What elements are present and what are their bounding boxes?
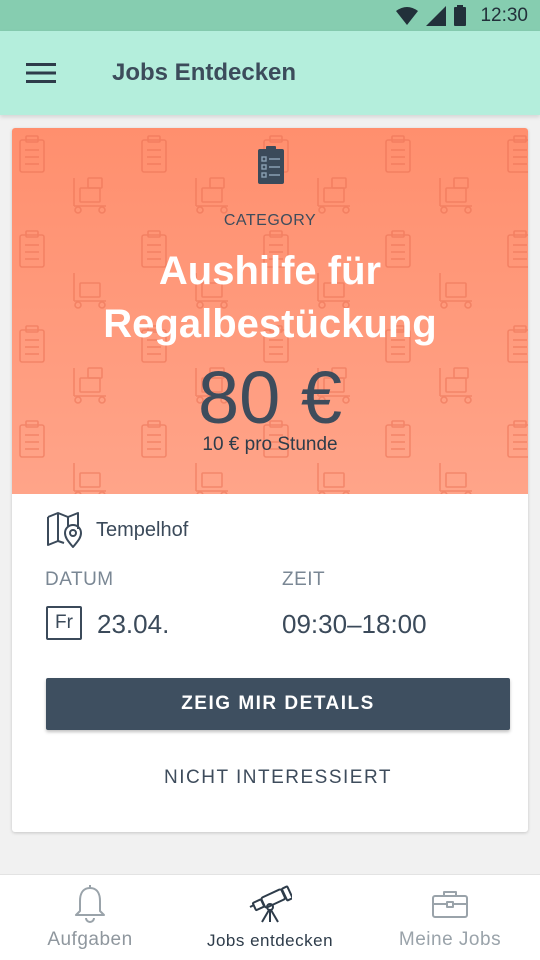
nav-label: Meine Jobs — [398, 929, 502, 950]
app-bar: Jobs Entdecken — [0, 31, 540, 115]
nav-item-jobs-entdecken[interactable]: Jobs entdecken — [180, 875, 360, 960]
menu-button[interactable] — [13, 45, 69, 101]
location-text: Tempelhof — [96, 518, 189, 541]
job-card-hero: CATEGORY Aushilfe für Regalbestückung 80… — [12, 128, 528, 494]
telescope-icon — [249, 885, 292, 923]
page-title: Jobs Entdecken — [112, 59, 297, 86]
time-label: ZEIT — [282, 569, 326, 590]
not-interested-button[interactable]: NICHT INTERESSIERT — [46, 756, 510, 800]
battery-icon — [454, 5, 467, 26]
nav-label: Aufgaben — [47, 929, 133, 950]
status-bar: 12:30 — [0, 0, 540, 31]
category-label: CATEGORY — [223, 212, 317, 229]
nav-item-aufgaben[interactable]: Aufgaben — [0, 875, 180, 960]
bottom-navigation: Aufgaben Jobs entdecken Meine Jobs — [0, 874, 540, 960]
job-title-line-2: Regalbestückung — [103, 302, 437, 346]
nav-item-meine-jobs[interactable]: Meine Jobs — [360, 875, 540, 960]
briefcase-icon — [432, 891, 468, 918]
show-details-button[interactable]: ZEIG MIR DETAILS — [46, 678, 510, 730]
job-card: CATEGORY Aushilfe für Regalbestückung 80… — [12, 128, 528, 832]
status-time: 12:30 — [480, 4, 528, 26]
job-title: Aushilfe für Regalbestückung — [12, 245, 528, 351]
time-value: 09:30–18:00 — [282, 609, 427, 639]
job-location: Tempelhof — [46, 511, 188, 549]
hourly-rate: 10 € pro Stunde — [202, 434, 338, 455]
date-value: 23.04. — [97, 609, 170, 639]
hamburger-menu-icon — [26, 63, 56, 83]
weekday-badge: Fr — [46, 606, 82, 640]
job-title-line-1: Aushilfe für — [158, 249, 382, 293]
clipboard-icon — [258, 146, 284, 184]
job-price: 80 € — [197, 356, 343, 439]
nav-label: Jobs entdecken — [206, 931, 334, 950]
date-label: DATUM — [45, 569, 114, 590]
map-pin-icon — [47, 512, 82, 548]
bell-icon — [75, 885, 105, 923]
wifi-icon — [396, 6, 419, 25]
signal-icon — [426, 5, 447, 26]
